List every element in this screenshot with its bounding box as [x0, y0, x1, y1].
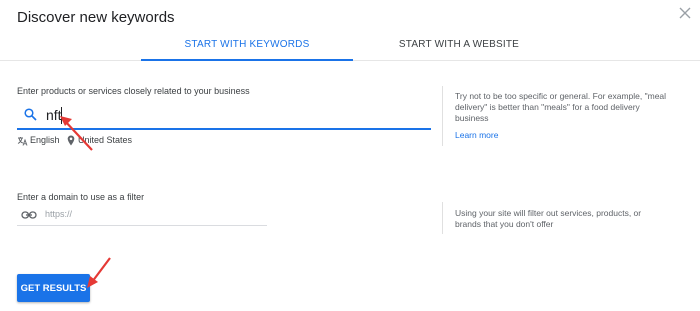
search-icon: [24, 108, 37, 121]
keywords-tip-line-1: Try not to be too specific or general. F…: [455, 91, 667, 101]
domain-input[interactable]: https://: [45, 209, 72, 219]
link-icon: [21, 211, 37, 219]
keywords-input-underline: [17, 128, 431, 130]
learn-more-link[interactable]: Learn more: [455, 130, 498, 140]
keywords-field-label: Enter products or services closely relat…: [17, 86, 250, 96]
text-cursor: [61, 107, 62, 124]
dialog-title: Discover new keywords: [17, 9, 175, 26]
domain-tip-divider: [442, 202, 443, 234]
active-tab-indicator: [141, 59, 353, 61]
domain-tip-line-1: Using your site will filter out services…: [455, 208, 642, 218]
tab-start-with-a-website[interactable]: START WITH A WEBSITE: [353, 39, 565, 50]
keywords-input[interactable]: nft: [46, 107, 62, 123]
location-pin-icon: [67, 135, 75, 146]
keywords-tip-line-2: delivery" is better than "meals" for a f…: [455, 102, 640, 112]
domain-tip-line-2: brands that you don't offer: [455, 219, 554, 229]
domain-field-label: Enter a domain to use as a filter: [17, 192, 145, 202]
location-selector[interactable]: United States: [78, 135, 132, 145]
domain-input-underline: [17, 225, 267, 226]
close-icon[interactable]: [677, 5, 693, 21]
language-selector[interactable]: English: [30, 135, 60, 145]
tab-start-with-keywords[interactable]: START WITH KEYWORDS: [141, 39, 353, 50]
tip-divider: [442, 86, 443, 146]
keywords-tip-line-3: business: [455, 113, 489, 123]
get-results-button[interactable]: GET RESULTS: [17, 274, 90, 302]
translate-icon: [17, 137, 28, 146]
